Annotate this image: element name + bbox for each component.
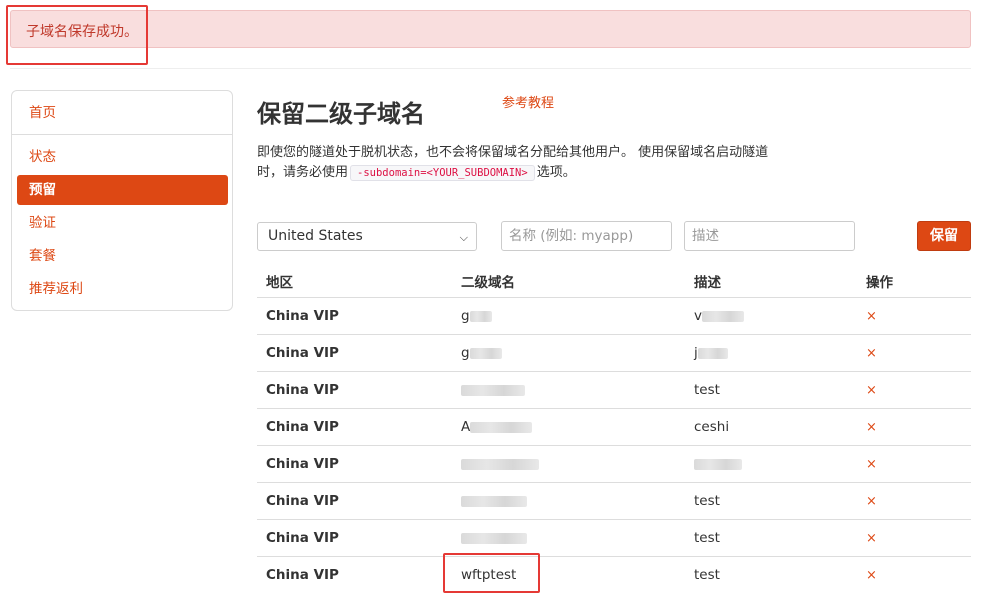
page-title: 保留二级子域名 [257, 100, 425, 128]
subdomain-cell [461, 493, 527, 509]
description-suffix: 选项。 [536, 165, 576, 180]
chevron-down-icon: ⌵ [459, 231, 468, 244]
sidebar-item-reserve[interactable]: 预留 [17, 175, 228, 205]
row-divider [257, 445, 971, 446]
row-divider [257, 556, 971, 557]
row-divider [257, 482, 971, 483]
region-cell: China VIP [266, 456, 339, 472]
description-prefix: 时，请务必使用 [257, 165, 349, 180]
row-divider [257, 334, 971, 335]
column-header-action: 操作 [866, 275, 893, 291]
alert-message: 子域名保存成功。 [26, 24, 138, 40]
sidebar-item-plans[interactable]: 套餐 [17, 241, 228, 271]
region-cell: China VIP [266, 419, 339, 435]
delete-icon[interactable]: × [866, 457, 877, 472]
sidebar-item-status[interactable]: 状态 [17, 142, 228, 172]
region-cell: China VIP [266, 493, 339, 509]
subdomain-cell [461, 530, 527, 546]
subdomain-cell [461, 382, 525, 398]
reserve-button[interactable]: 保留 [917, 221, 971, 251]
description-cell: v [694, 308, 744, 324]
region-cell: China VIP [266, 530, 339, 546]
row-divider [257, 297, 971, 298]
delete-icon[interactable]: × [866, 531, 877, 546]
region-cell: China VIP [266, 567, 339, 583]
region-selected-value: United States [268, 228, 363, 244]
row-divider [257, 519, 971, 520]
subdomain-cell: g [461, 345, 502, 361]
description-line-1: 即使您的隧道处于脱机状态，也不会将保留域名分配给其他用户。 使用保留域名启动隧道 [257, 145, 769, 160]
subdomain-cell: A [461, 419, 533, 435]
name-input[interactable]: 名称 (例如: myapp) [501, 221, 672, 251]
divider [10, 68, 971, 69]
sidebar-divider [12, 134, 232, 135]
tutorial-link[interactable]: 参考教程 [502, 92, 554, 111]
column-header-description: 描述 [694, 275, 721, 291]
description-cell: test [694, 493, 720, 509]
description-cell: test [694, 530, 720, 546]
subdomain-cell: wftptest [461, 567, 517, 583]
row-divider [257, 408, 971, 409]
subdomain-cell: g [461, 308, 492, 324]
subdomain-cell [461, 456, 539, 472]
description-cell: test [694, 567, 720, 583]
page-description: 即使您的隧道处于脱机状态，也不会将保留域名分配给其他用户。 使用保留域名启动隧道… [257, 143, 817, 183]
delete-icon[interactable]: × [866, 420, 877, 435]
region-select[interactable]: United States ⌵ [257, 222, 477, 251]
delete-icon[interactable]: × [866, 346, 877, 361]
description-line-2: 时，请务必使用 -subdomain=<YOUR_SUBDOMAIN> 选项。 [257, 163, 817, 183]
description-cell: ceshi [694, 419, 730, 435]
row-divider [257, 371, 971, 372]
region-cell: China VIP [266, 382, 339, 398]
region-cell: China VIP [266, 308, 339, 324]
description-input[interactable]: 描述 [684, 221, 855, 251]
sidebar: 首页 状态 预留 验证 套餐 推荐返利 [11, 90, 233, 311]
subdomain-code: -subdomain=<YOUR_SUBDOMAIN> [350, 165, 535, 181]
delete-icon[interactable]: × [866, 383, 877, 398]
column-header-region: 地区 [266, 275, 293, 291]
description-cell: test [694, 382, 720, 398]
region-cell: China VIP [266, 345, 339, 361]
sidebar-item-referral[interactable]: 推荐返利 [17, 274, 228, 304]
description-cell: j [694, 345, 728, 361]
delete-icon[interactable]: × [866, 568, 877, 583]
column-header-subdomain: 二级域名 [461, 275, 515, 291]
sidebar-item-home[interactable]: 首页 [17, 98, 228, 128]
success-alert: 子域名保存成功。 [10, 10, 971, 48]
sidebar-item-verify[interactable]: 验证 [17, 208, 228, 238]
delete-icon[interactable]: × [866, 309, 877, 324]
description-cell [694, 456, 742, 472]
delete-icon[interactable]: × [866, 494, 877, 509]
